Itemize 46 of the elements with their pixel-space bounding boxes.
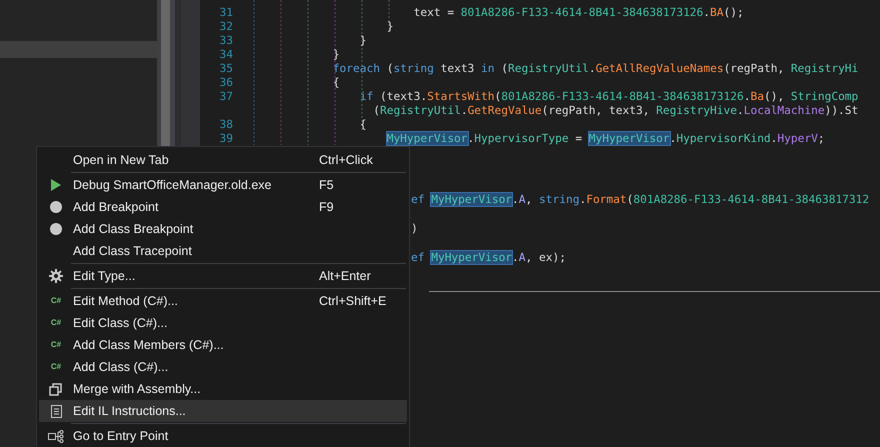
menu-item[interactable]: Edit Type... Alt+Enter	[39, 265, 407, 287]
line-number: 32	[218, 20, 234, 34]
document-icon	[50, 404, 62, 418]
code-line: {	[360, 118, 367, 132]
code-line: if (text3.StartsWith(801A8286-F133-4614-8B41-384638173126.Ba(), StringComp	[360, 90, 858, 104]
code-line: (RegistryUtil.GetRegValue(regPath, text3, RegistryHive.LocalMachine)).St	[373, 104, 858, 118]
code-line: text = 801A8286-F133-4614-8B41-384638173126.BA();	[414, 6, 744, 20]
line-number: 36	[218, 76, 234, 90]
menu-item[interactable]: C# Add Class (C#)...	[39, 356, 407, 378]
line-number: 34	[218, 48, 234, 62]
line-number: 37	[218, 90, 234, 104]
menu-item[interactable]: Edit IL Instructions...	[39, 400, 407, 422]
circle-icon	[50, 201, 62, 213]
code-line: }	[386, 20, 394, 34]
line-number: 35	[218, 62, 234, 76]
menu-item[interactable]: Merge with Assembly...	[39, 378, 407, 400]
tree-icon	[48, 430, 64, 442]
menu-item[interactable]: Debug SmartOfficeManager.old.exe F5	[39, 174, 407, 196]
code-line: ef MyHyperVisor.A, ex);	[411, 251, 566, 265]
menu-item[interactable]: Open in New Tab Ctrl+Click	[39, 149, 407, 171]
code-line: MyHyperVisor.HypervisorType = MyHyperVisor.HypervisorKind.HyperV;	[386, 132, 825, 146]
settings-icon	[49, 269, 63, 283]
line-number: 33	[218, 34, 234, 48]
menu-item[interactable]: C# Edit Class (C#)...	[39, 312, 407, 334]
menu-item[interactable]: Add Class Breakpoint	[39, 218, 407, 240]
language-label: C#	[50, 297, 62, 305]
code-line: {	[332, 76, 340, 90]
code-line: }	[360, 34, 367, 48]
language-label: C#	[50, 319, 62, 327]
stacked-windows-icon	[49, 382, 63, 396]
menu-item[interactable]: C# Edit Method (C#)... Ctrl+Shift+E	[39, 290, 407, 312]
code-line: }	[332, 48, 340, 62]
circle-icon	[50, 223, 62, 235]
code-line: ef MyHyperVisor.A, string.Format(801A8286-F133-4614-8B41-38463817312	[411, 193, 870, 207]
code-line: )	[411, 222, 418, 236]
menu-item[interactable]: Add Class Tracepoint	[39, 240, 407, 262]
line-number: 38	[218, 118, 234, 132]
play-icon	[51, 179, 61, 191]
line-number: 39	[218, 132, 234, 146]
language-label: C#	[50, 341, 62, 349]
line-number: 31	[218, 6, 234, 20]
code-line: foreach (string text3 in (RegistryUtil.GetAllRegValueNames(regPath, RegistryHi	[332, 62, 858, 76]
menu-item[interactable]: C# Add Class Members (C#)...	[39, 334, 407, 356]
menu-item[interactable]: Add Breakpoint F9	[39, 196, 407, 218]
language-label: C#	[50, 363, 62, 371]
menu-item[interactable]: Go to Entry Point	[39, 425, 407, 447]
